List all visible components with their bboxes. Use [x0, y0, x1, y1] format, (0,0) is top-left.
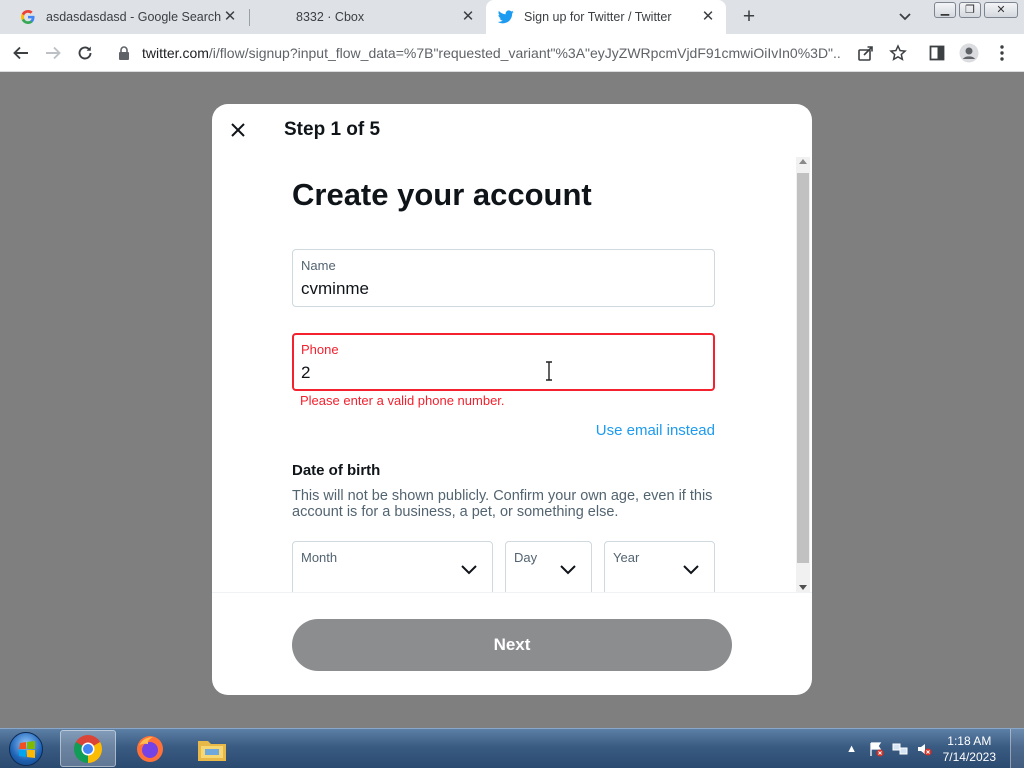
profile-avatar-icon[interactable]: [958, 42, 980, 64]
tab-title: 8332 · Cbox: [296, 10, 365, 24]
show-desktop-button[interactable]: [1010, 729, 1024, 768]
tab-close-icon[interactable]: ✕: [700, 9, 716, 25]
restore-button[interactable]: ❐: [959, 2, 981, 18]
system-clock[interactable]: 1:18 AM 7/14/2023: [943, 733, 996, 765]
url-host: twitter.com: [142, 45, 209, 61]
chevron-down-icon: [683, 565, 699, 575]
bookmark-star-icon[interactable]: [887, 42, 909, 64]
clock-date: 7/14/2023: [942, 750, 996, 764]
tab-close-icon[interactable]: ✕: [222, 9, 238, 25]
tab-cbox[interactable]: 8332 · Cbox ✕: [250, 0, 486, 34]
window-controls: ▁ ❐ ✕: [931, 2, 1018, 18]
reload-icon[interactable]: [74, 42, 96, 64]
tab-close-icon[interactable]: ✕: [460, 9, 476, 25]
show-hidden-icons-arrow-icon[interactable]: ▲: [843, 740, 861, 758]
step-indicator: Step 1 of 5: [284, 119, 381, 140]
year-select[interactable]: Year: [604, 541, 715, 592]
share-icon[interactable]: [855, 42, 877, 64]
month-select[interactable]: Month: [292, 541, 493, 592]
side-panel-icon[interactable]: [926, 42, 948, 64]
name-field-label: Name: [301, 258, 336, 273]
network-icon[interactable]: [891, 740, 909, 758]
modal-scroll-area[interactable]: Create your account Name cvminme Phone 2…: [212, 157, 812, 593]
dob-description: This will not be shown publicly. Confirm…: [292, 488, 713, 520]
text-cursor-icon: [546, 361, 552, 381]
signup-modal: Step 1 of 5 Create your account Name cvm…: [212, 104, 812, 695]
dob-heading: Date of birth: [292, 462, 381, 479]
address-bar[interactable]: twitter.com/i/flow/signup?input_flow_dat…: [110, 38, 918, 68]
page-title: Create your account: [292, 177, 592, 212]
taskbar-file-explorer[interactable]: [184, 730, 240, 767]
volume-muted-icon[interactable]: [915, 740, 933, 758]
use-email-instead-link[interactable]: Use email instead: [596, 422, 715, 439]
url-path: /i/flow/signup?input_flow_data=%7B"reque…: [208, 45, 842, 61]
kebab-menu-icon[interactable]: [991, 42, 1013, 64]
back-arrow-icon[interactable]: [10, 42, 32, 64]
firefox-icon: [137, 735, 163, 762]
blank-favicon-icon: [262, 9, 278, 25]
forward-arrow-icon[interactable]: [42, 42, 64, 64]
phone-error-message: Please enter a valid phone number.: [300, 393, 505, 408]
phone-field-value[interactable]: 2: [301, 363, 310, 383]
system-tray: ▲ 1:18 AM 7/14/2023: [837, 729, 1024, 768]
windows-taskbar: ▲ 1:18 AM 7/14/2023: [0, 728, 1024, 768]
day-select-label: Day: [514, 550, 538, 565]
taskbar-firefox[interactable]: [122, 730, 178, 767]
tab-twitter-signup[interactable]: Sign up for Twitter / Twitter ✕: [486, 0, 726, 34]
window-close-button[interactable]: ✕: [984, 2, 1018, 18]
action-center-flag-icon[interactable]: [867, 740, 885, 758]
modal-header: Step 1 of 5: [212, 104, 812, 157]
modal-scrollbar[interactable]: [796, 157, 810, 592]
taskbar-chrome[interactable]: [60, 730, 116, 767]
minimize-button[interactable]: ▁: [934, 2, 956, 18]
browser-toolbar: twitter.com/i/flow/signup?input_flow_dat…: [0, 34, 1024, 72]
name-field[interactable]: Name cvminme: [292, 249, 715, 307]
scroll-down-arrow-icon[interactable]: [799, 585, 807, 590]
start-button[interactable]: [4, 730, 48, 768]
next-button[interactable]: Next: [292, 619, 732, 671]
lock-icon[interactable]: [118, 46, 130, 60]
close-icon: [231, 123, 245, 137]
phone-field[interactable]: Phone 2: [292, 333, 715, 391]
tab-title: Sign up for Twitter / Twitter: [524, 10, 672, 24]
windows-logo-icon: [9, 732, 43, 766]
page-overlay: Step 1 of 5 Create your account Name cvm…: [0, 72, 1024, 728]
year-select-label: Year: [613, 550, 640, 565]
close-modal-button[interactable]: [226, 118, 250, 142]
browser-tab-strip: asdasdasdasd - Google Search ✕ 8332 · Cb…: [0, 0, 1024, 34]
scroll-thumb[interactable]: [797, 173, 809, 563]
month-select-label: Month: [301, 550, 338, 565]
twitter-bird-icon: [498, 9, 514, 25]
url-text: twitter.com/i/flow/signup?input_flow_dat…: [142, 45, 842, 61]
clock-time: 1:18 AM: [947, 734, 992, 748]
day-select[interactable]: Day: [505, 541, 592, 592]
chevron-down-icon: [560, 565, 576, 575]
phone-field-label: Phone: [301, 342, 339, 357]
new-tab-button[interactable]: +: [738, 6, 760, 28]
scroll-up-arrow-icon[interactable]: [799, 159, 807, 164]
tab-search-chevron-icon[interactable]: [896, 9, 914, 25]
chevron-down-icon: [461, 565, 477, 575]
tab-google-search[interactable]: asdasdasdasd - Google Search ✕: [8, 0, 248, 34]
tab-title: asdasdasdasd - Google Search: [46, 10, 222, 24]
chrome-icon: [74, 734, 102, 763]
google-g-icon: [20, 9, 36, 25]
file-explorer-icon: [198, 740, 226, 761]
name-field-value[interactable]: cvminme: [301, 279, 369, 299]
